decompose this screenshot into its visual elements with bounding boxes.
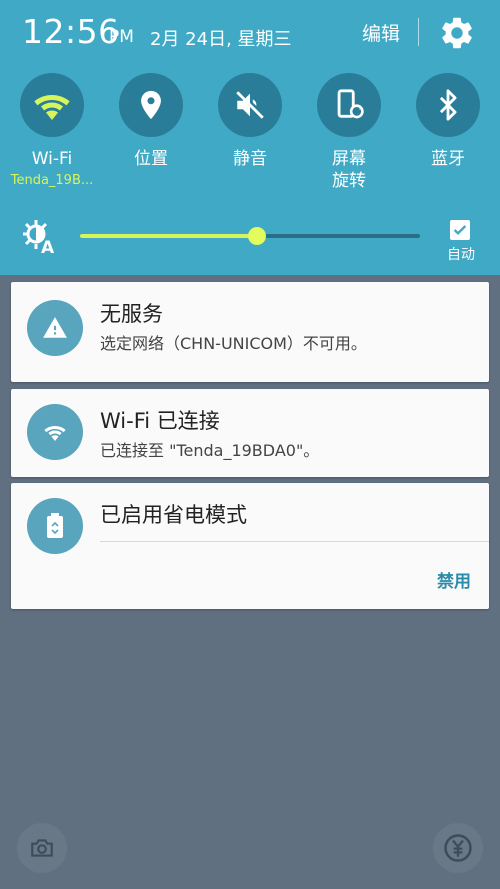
clock-date: 2月 24日, 星期三 — [150, 29, 292, 50]
wallet-shortcut[interactable] — [433, 823, 483, 873]
edit-button[interactable]: 编辑 — [358, 19, 404, 47]
tile-mute-label: 静音 — [233, 149, 267, 169]
battery-saver-icon — [47, 513, 63, 538]
brightness-row: A 自动 — [0, 208, 500, 268]
svg-text:A: A — [41, 238, 55, 256]
tile-bluetooth-circle — [416, 73, 480, 137]
notification-icon-circle — [27, 498, 83, 554]
tile-location-circle — [119, 73, 183, 137]
tile-bluetooth-label: 蓝牙 — [431, 149, 465, 169]
camera-icon — [31, 839, 53, 857]
notification-wifi-connected[interactable]: Wi-Fi 已连接 已连接至 "Tenda_19BDA0"。 — [11, 389, 489, 477]
tile-mute[interactable]: 静音 — [205, 70, 295, 200]
location-icon — [141, 90, 161, 120]
quick-settings-panel: 12:56 PM 2月 24日, 星期三 编辑 Wi-Fi Tenda_19B.… — [0, 0, 500, 275]
tile-bluetooth[interactable]: 蓝牙 — [403, 70, 493, 200]
tile-wifi[interactable]: Wi-Fi Tenda_19B... — [7, 70, 97, 200]
wallet-icon — [444, 834, 472, 862]
tile-rotate-circle — [317, 73, 381, 137]
tile-location[interactable]: 位置 — [106, 70, 196, 200]
notification-icon-circle — [27, 404, 83, 460]
notification-icon-circle — [27, 300, 83, 356]
camera-shortcut[interactable] — [17, 823, 67, 873]
notification-title: Wi-Fi 已连接 — [100, 409, 220, 433]
tile-wifi-label: Wi-Fi — [31, 149, 73, 169]
auto-brightness-checkbox[interactable] — [450, 220, 470, 240]
checkmark-icon — [453, 225, 467, 235]
notification-power-saving[interactable]: 已启用省电模式 禁用 — [11, 483, 489, 609]
bluetooth-icon — [439, 89, 457, 121]
tile-wifi-circle — [20, 73, 84, 137]
tile-rotate-label: 屏幕 旋转 — [332, 149, 366, 191]
notification-title: 无服务 — [100, 302, 163, 326]
notification-no-service[interactable]: 无服务 选定网络（CHN-UNICOM）不可用。 — [11, 282, 489, 382]
clock-ampm: PM — [109, 27, 134, 47]
notification-text: 选定网络（CHN-UNICOM）不可用。 — [100, 334, 367, 353]
brightness-slider-fill — [80, 234, 257, 238]
brightness-slider[interactable] — [80, 227, 420, 245]
settings-button[interactable] — [438, 14, 476, 52]
warning-icon — [43, 317, 67, 338]
notification-text: 已连接至 "Tenda_19BDA0"。 — [100, 441, 320, 460]
brightness-slider-thumb[interactable] — [247, 227, 266, 245]
tile-rotate[interactable]: 屏幕 旋转 — [304, 70, 394, 200]
wifi-icon — [44, 426, 66, 441]
wifi-icon — [34, 95, 70, 120]
status-row: 12:56 PM 2月 24日, 星期三 编辑 — [0, 0, 500, 68]
gear-icon — [442, 17, 472, 49]
auto-brightness-label: 自动 — [447, 247, 475, 263]
notification-divider — [100, 541, 489, 542]
quick-tiles: Wi-Fi Tenda_19B... 位置 静音 屏幕 旋转 蓝牙 — [0, 70, 500, 200]
tile-wifi-network: Tenda_19B... — [10, 173, 94, 188]
mute-icon — [236, 91, 264, 119]
tile-location-label: 位置 — [134, 149, 168, 169]
notification-title: 已启用省电模式 — [100, 503, 247, 527]
divider — [418, 18, 419, 46]
auto-brightness-icon: A — [20, 216, 60, 258]
rotate-icon — [337, 89, 364, 119]
clock-time: 12:56 — [22, 12, 120, 51]
disable-power-saving-button[interactable]: 禁用 — [437, 567, 471, 592]
tile-mute-circle — [218, 73, 282, 137]
